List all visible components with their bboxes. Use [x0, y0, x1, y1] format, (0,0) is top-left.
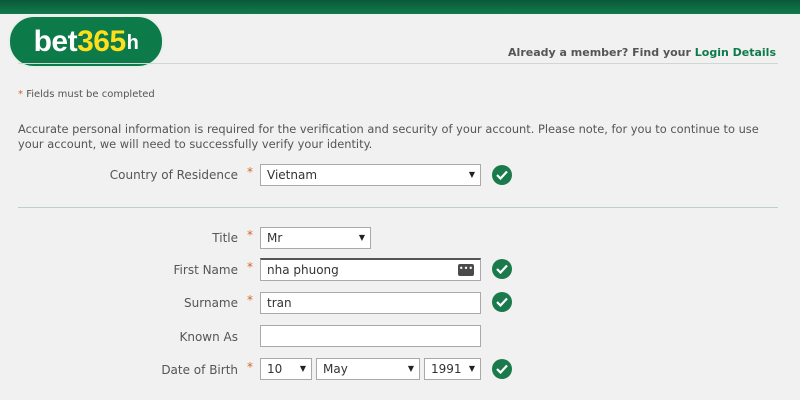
country-select[interactable]: Vietnam — [260, 164, 481, 186]
member-text: Already a member? Find your — [508, 46, 691, 59]
dob-valid-check-icon — [492, 359, 512, 379]
intro-text: Accurate personal information is require… — [18, 122, 759, 151]
brand-logo[interactable]: bet 365 h — [8, 15, 164, 68]
surname-label: Surname — [184, 296, 238, 310]
country-label: Country of Residence — [109, 168, 238, 182]
title-required-star: * — [247, 228, 253, 242]
title-value: Mr — [267, 231, 283, 245]
header-divider — [18, 63, 778, 64]
login-details-link[interactable]: Login Details — [695, 46, 776, 59]
logo-suffix: h — [126, 32, 139, 54]
required-note-text: Fields must be completed — [26, 89, 155, 100]
title-label: Title — [212, 231, 238, 245]
first-name-valid-check-icon — [492, 259, 512, 279]
known-as-label: Known As — [179, 330, 238, 344]
dob-month-select[interactable]: May — [316, 358, 420, 380]
dob-month-value: May — [323, 362, 348, 376]
first-name-value: nha phuong — [267, 263, 339, 277]
dob-year-value: 1991 — [431, 362, 462, 376]
required-note: * Fields must be completed — [18, 89, 155, 100]
autofill-icon[interactable]: ••• — [458, 264, 474, 276]
logo-bet: bet — [33, 24, 78, 58]
logo-365: 365 — [77, 24, 126, 58]
surname-input[interactable]: tran — [260, 292, 481, 314]
surname-value: tran — [267, 296, 292, 310]
top-bar — [0, 0, 800, 14]
dob-day-value: 10 — [267, 362, 283, 376]
member-prompt: Already a member? Find your Login Detail… — [508, 46, 776, 59]
dob-label: Date of Birth — [161, 363, 238, 377]
dob-required-star: * — [247, 360, 253, 374]
title-select[interactable]: Mr — [260, 227, 371, 249]
section-divider — [18, 207, 778, 208]
known-as-input[interactable] — [260, 325, 481, 347]
first-name-label: First Name — [173, 263, 238, 277]
country-required-star: * — [247, 165, 253, 179]
first-name-required-star: * — [247, 260, 253, 274]
required-star: * — [18, 89, 23, 100]
dob-day-select[interactable]: 10 — [260, 358, 312, 380]
first-name-input[interactable]: nha phuong ••• — [260, 258, 481, 281]
dob-year-select[interactable]: 1991 — [424, 358, 481, 380]
surname-valid-check-icon — [492, 292, 512, 312]
country-valid-check-icon — [492, 165, 512, 185]
surname-required-star: * — [247, 293, 253, 307]
country-value: Vietnam — [267, 168, 318, 182]
